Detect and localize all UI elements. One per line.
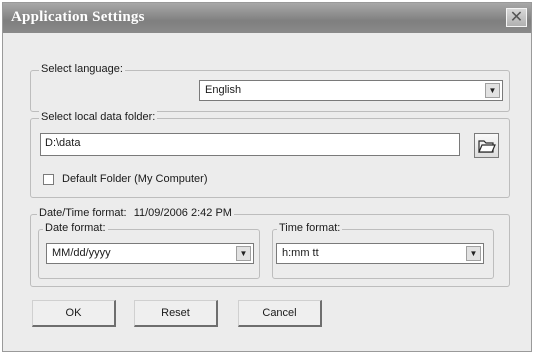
datetime-label: Date/Time format: 11/09/2006 2:42 PM <box>37 207 234 219</box>
close-button[interactable]: ✕ <box>506 8 527 27</box>
datetime-sample: 11/09/2006 2:42 PM <box>133 207 232 219</box>
time-format-label: Time format: <box>277 222 343 234</box>
data-folder-field[interactable] <box>45 137 445 149</box>
time-format-value: h:mm tt <box>282 247 319 259</box>
chevron-down-icon[interactable]: ▼ <box>485 83 500 98</box>
window-title: Application Settings <box>11 9 145 25</box>
date-format-group: Date format: MM/dd/yyyy ▼ <box>38 222 260 279</box>
language-select[interactable]: English ▼ <box>199 80 503 101</box>
chevron-down-icon[interactable]: ▼ <box>466 246 481 261</box>
data-folder-input[interactable] <box>40 133 460 156</box>
settings-dialog: Application Settings ✕ Select language: … <box>2 2 532 352</box>
default-folder-label: Default Folder (My Computer) <box>62 173 208 185</box>
date-format-select[interactable]: MM/dd/yyyy ▼ <box>46 243 254 264</box>
datetime-title: Date/Time format: <box>39 207 127 219</box>
cancel-button[interactable]: Cancel <box>238 300 322 327</box>
ok-button[interactable]: OK <box>32 300 116 327</box>
time-format-select[interactable]: h:mm tt ▼ <box>276 243 484 264</box>
close-icon: ✕ <box>509 9 524 26</box>
chevron-down-icon[interactable]: ▼ <box>236 246 251 261</box>
language-value: English <box>205 84 242 96</box>
date-format-value: MM/dd/yyyy <box>52 247 111 259</box>
language-group: Select language: English ▼ <box>30 63 510 112</box>
browse-folder-button[interactable] <box>474 133 499 158</box>
default-folder-checkbox[interactable] <box>43 174 54 185</box>
data-folder-group: Select local data folder: Default Folder… <box>30 111 510 198</box>
folder-open-icon <box>478 140 496 153</box>
language-label: Select language: <box>39 63 125 75</box>
datetime-group: Date/Time format: 11/09/2006 2:42 PM Dat… <box>30 207 510 287</box>
title-bar[interactable]: Application Settings ✕ <box>3 3 531 33</box>
date-format-label: Date format: <box>43 222 108 234</box>
time-format-group: Time format: h:mm tt ▼ <box>272 222 494 279</box>
data-folder-label: Select local data folder: <box>39 111 158 123</box>
reset-button[interactable]: Reset <box>134 300 218 327</box>
